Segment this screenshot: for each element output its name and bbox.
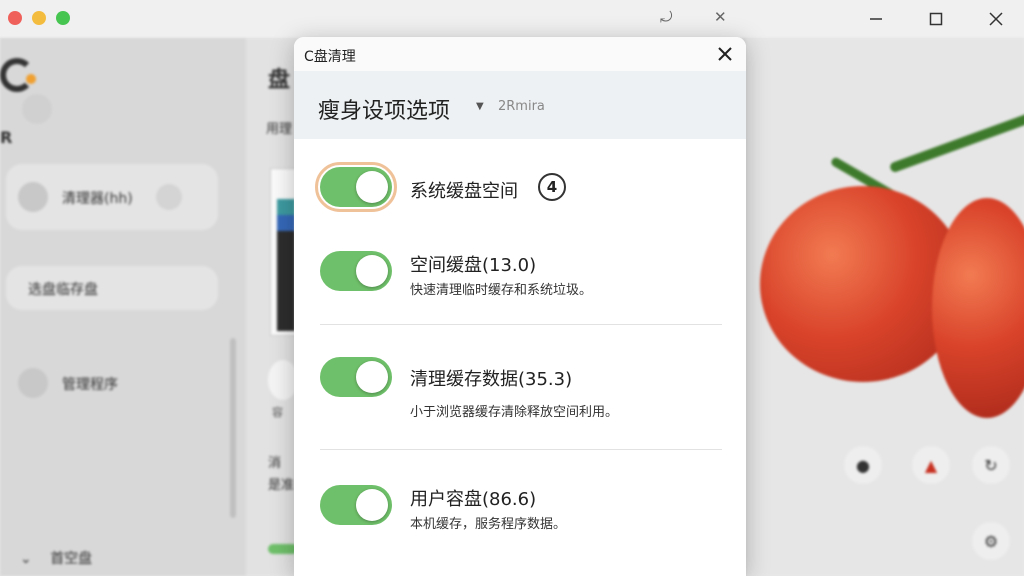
option-label: 清理缓存数据(35.3) [410,369,573,390]
cleanup-dialog: C盘清理 瘦身设项选项 ▼ 2Rmira 系统缓盘空间 4 空间缓盘(13.0)… [294,37,746,576]
sidebar-item-select-disk[interactable]: 选盘临存盘 [6,266,218,310]
right-panel: ● ▲ ↻ ⚙ [746,38,1024,576]
tools-icon [18,368,48,398]
sidebar-item-manage[interactable]: 管理程序 [6,358,218,408]
sidebar: R 清理器(hh) 选盘临存盘 管理程序 ⌄ 首空盘 [0,38,246,576]
options-section-header: 瘦身设项选项 ▼ 2Rmira [294,71,746,139]
toggle-knob [356,255,388,287]
toggle-user-disk[interactable] [320,485,392,525]
divider [320,449,722,450]
chevron-down-icon: ⌄ [20,551,32,567]
toggle-system-cache[interactable] [315,162,397,212]
option-description: 小于浏览器缓存清除释放空间利用。 [410,405,619,420]
toggle-knob [356,489,388,521]
minimize-icon [870,18,882,20]
section-title[interactable]: 瘦身设项选项 [318,93,450,125]
sidebar-scrollbar[interactable] [230,338,236,518]
page-subtitle: 用理 [266,122,293,137]
chevron-down-icon[interactable]: ▼ [476,101,484,112]
dialog-title: C盘清理 [304,49,356,65]
maximize-button[interactable] [916,4,956,34]
minimize-button[interactable] [856,4,896,34]
close-icon [989,12,1003,26]
sidebar-item-cleaner[interactable]: 清理器(hh) [6,164,218,230]
sidebar-footer[interactable]: ⌄ 首空盘 [20,548,92,568]
pen-icon[interactable]: ✕ [714,8,727,26]
option-label: 用户容盘(86.6) [410,489,537,510]
search-icon[interactable]: R [0,128,12,147]
side-text: 容 [272,406,283,419]
side-text: 是准 [268,478,295,493]
section-subtitle: 2Rmira [498,99,545,114]
sidebar-item-label: 管理程序 [62,377,118,393]
disk-icon [18,182,48,212]
broom-icon [22,94,52,124]
divider [320,324,722,325]
close-icon [718,47,732,61]
flag-icon[interactable]: ▲ [912,446,950,484]
close-dot-button[interactable] [8,11,22,25]
option-description: 快速清理临时缓存和系统垃圾。 [410,283,593,298]
chevron-icon [156,184,182,210]
minimize-dot-button[interactable] [32,11,46,25]
toggle-knob [356,171,388,203]
toggle-space-cache[interactable] [320,251,392,291]
side-text: 消 [268,456,282,471]
logo-accent-dot [26,74,36,84]
zoom-dot-button[interactable] [56,11,70,25]
toggle-clean-cache-data[interactable] [320,357,392,397]
toggle-knob [356,361,388,393]
dialog-close-button[interactable] [712,41,738,67]
share-icon[interactable]: ● [844,446,882,484]
option-label: 系统缓盘空间 [410,181,518,202]
page-title: 盘 [268,68,291,93]
swap-icon[interactable]: ⤾ [660,8,673,26]
maximize-icon [929,12,943,26]
dialog-header: C盘清理 [294,37,746,71]
tomato-vine [888,112,1024,174]
option-description: 本机缓存，服务程序数据。 [410,517,567,532]
window-close-button[interactable] [976,4,1016,34]
settings-gear-icon[interactable]: ⚙ [972,522,1010,560]
title-bar: ⤾ ✕ [0,0,1024,38]
sidebar-item-label: 选盘临存盘 [28,282,98,298]
count-badge: 4 [538,173,566,201]
option-label: 空间缓盘(13.0) [410,255,537,276]
refresh-icon[interactable]: ↻ [972,446,1010,484]
sidebar-item-label: 清理器(hh) [62,191,133,207]
